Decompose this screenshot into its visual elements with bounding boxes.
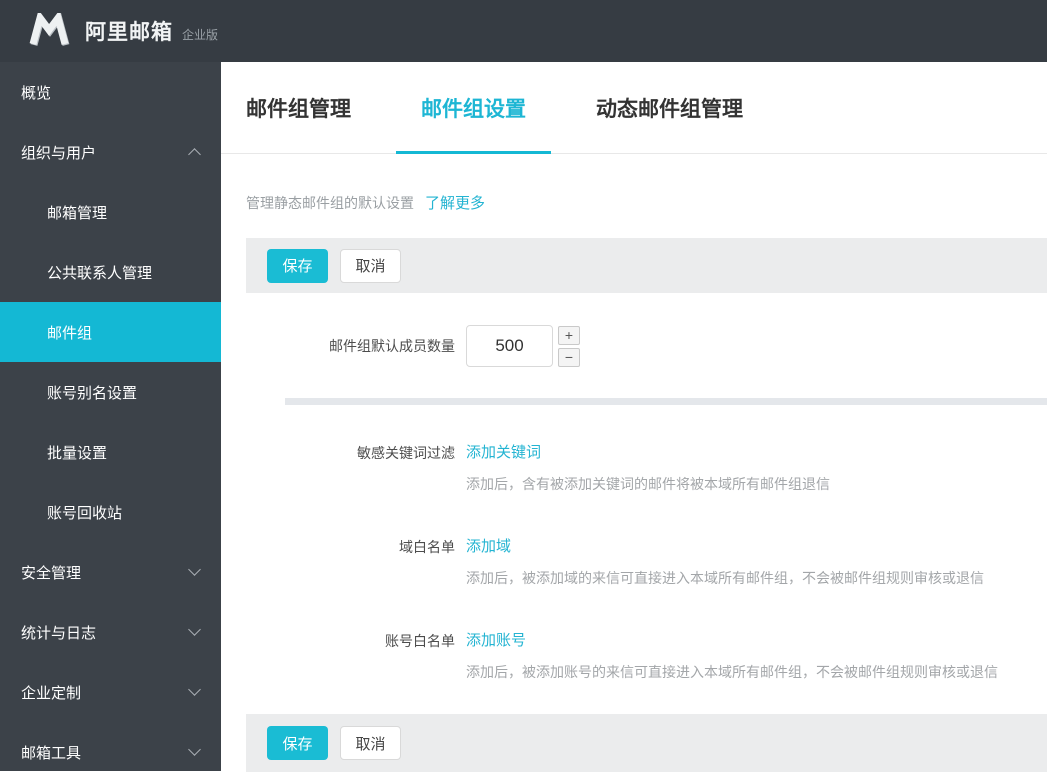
- main-panel: 邮件组管理 邮件组设置 动态邮件组管理 管理静态邮件组的默认设置 了解更多 保存…: [221, 62, 1047, 772]
- add-keyword-link[interactable]: 添加关键词: [466, 444, 541, 462]
- chevron-down-icon: [188, 623, 201, 636]
- sidebar-item-label: 统计与日志: [21, 624, 97, 642]
- sidebar-item-batch-settings[interactable]: 批量设置: [0, 422, 221, 482]
- cancel-button[interactable]: 取消: [340, 248, 401, 283]
- chevron-up-icon: [188, 148, 201, 161]
- domain-whitelist-description: 添加后，被添加域的来信可直接进入本域所有邮件组，不会被邮件组规则审核或退信: [466, 570, 984, 586]
- sidebar-item-label: 账号回收站: [47, 504, 123, 522]
- sidebar-item-label: 安全管理: [21, 564, 82, 582]
- sidebar-item-label: 账号别名设置: [47, 384, 138, 402]
- sidebar-nav: 概览 组织与用户 邮箱管理 公共联系人管理 邮件组 账号别名设置 批量设置 账号…: [0, 62, 221, 771]
- page-description: 管理静态邮件组的默认设置: [246, 195, 414, 211]
- chevron-down-icon: [188, 563, 201, 576]
- page-description-row: 管理静态邮件组的默认设置 了解更多: [246, 192, 1047, 213]
- add-account-link[interactable]: 添加账号: [466, 632, 526, 650]
- sidebar-item-security-management[interactable]: 安全管理: [0, 542, 221, 602]
- cancel-button[interactable]: 取消: [340, 726, 401, 760]
- top-header: 阿里邮箱 企业版: [0, 0, 1047, 62]
- sidebar-item-mail-tools[interactable]: 邮箱工具: [0, 722, 221, 782]
- chevron-down-icon: [188, 683, 201, 696]
- sidebar-item-label: 批量设置: [47, 444, 108, 462]
- alimail-m-logo-icon: [29, 13, 70, 46]
- sidebar-item-label: 邮箱工具: [21, 744, 82, 762]
- sidebar-item-enterprise-customization[interactable]: 企业定制: [0, 662, 221, 722]
- brand-edition-badge: 企业版: [182, 27, 219, 42]
- settings-content: 管理静态邮件组的默认设置 了解更多 保存 取消 邮件组默认成员数量 + − 敏感…: [221, 192, 1047, 772]
- sidebar-item-label: 组织与用户: [21, 144, 97, 162]
- sidebar-item-org-users[interactable]: 组织与用户: [0, 122, 221, 182]
- sidebar-item-account-alias[interactable]: 账号别名设置: [0, 362, 221, 422]
- member-count-row: 邮件组默认成员数量 + −: [246, 325, 1047, 367]
- account-whitelist-description: 添加后，被添加账号的来信可直接进入本域所有邮件组，不会被邮件组规则审核或退信: [466, 664, 998, 680]
- sidebar-item-label: 邮件组: [47, 324, 93, 342]
- save-button[interactable]: 保存: [267, 248, 328, 283]
- tab-dynamic-mail-group-management[interactable]: 动态邮件组管理: [571, 62, 768, 153]
- tab-mail-group-management[interactable]: 邮件组管理: [221, 62, 376, 153]
- sidebar-item-account-recycle-bin[interactable]: 账号回收站: [0, 482, 221, 542]
- sidebar-item-mailbox-management[interactable]: 邮箱管理: [0, 182, 221, 242]
- tab-mail-group-settings[interactable]: 邮件组设置: [396, 62, 551, 154]
- sensitive-keyword-label: 敏感关键词过滤: [357, 445, 455, 461]
- save-button[interactable]: 保存: [267, 726, 328, 760]
- account-whitelist-label: 账号白名单: [385, 633, 455, 649]
- sidebar-item-public-contacts[interactable]: 公共联系人管理: [0, 242, 221, 302]
- member-count-input[interactable]: [466, 325, 553, 367]
- sidebar-item-label: 概览: [21, 84, 52, 102]
- domain-whitelist-row: 域白名单 添加域 添加后，被添加域的来信可直接进入本域所有邮件组，不会被邮件组规…: [246, 538, 1047, 588]
- increase-button[interactable]: +: [558, 325, 580, 345]
- member-count-stepper: + −: [558, 325, 580, 367]
- sidebar-item-mail-group[interactable]: 邮件组: [0, 302, 221, 362]
- brand-name: 阿里邮箱: [85, 21, 173, 44]
- decrease-button[interactable]: −: [558, 347, 580, 367]
- member-count-label: 邮件组默认成员数量: [329, 338, 455, 354]
- sidebar-item-label: 公共联系人管理: [47, 264, 153, 282]
- bottom-action-bar: 保存 取消: [246, 714, 1047, 772]
- account-whitelist-row: 账号白名单 添加账号 添加后，被添加账号的来信可直接进入本域所有邮件组，不会被邮…: [246, 632, 1047, 682]
- sensitive-keyword-row: 敏感关键词过滤 添加关键词 添加后，含有被添加关键词的邮件将被本域所有邮件组退信: [246, 444, 1047, 494]
- sidebar-item-overview[interactable]: 概览: [0, 62, 221, 122]
- chevron-down-icon: [188, 743, 201, 756]
- sidebar-item-label: 邮箱管理: [47, 204, 108, 222]
- tab-bar: 邮件组管理 邮件组设置 动态邮件组管理: [221, 62, 1047, 154]
- section-divider: [285, 398, 1047, 405]
- top-action-bar: 保存 取消: [246, 238, 1047, 293]
- sidebar-item-label: 企业定制: [21, 684, 82, 702]
- add-domain-link[interactable]: 添加域: [466, 538, 511, 556]
- sidebar-item-statistics-logs[interactable]: 统计与日志: [0, 602, 221, 662]
- sensitive-keyword-description: 添加后，含有被添加关键词的邮件将被本域所有邮件组退信: [466, 476, 830, 492]
- domain-whitelist-label: 域白名单: [399, 539, 455, 555]
- learn-more-link[interactable]: 了解更多: [425, 192, 485, 213]
